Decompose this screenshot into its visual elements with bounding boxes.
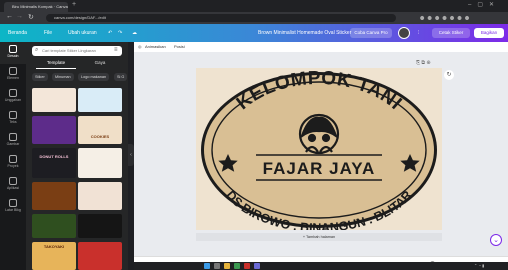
filter-chip[interactable]: Stiker [32,73,48,81]
rail-label: Teks [9,120,17,124]
browser-taskbar-icon[interactable] [234,263,240,269]
rail-label: Aplikasi [6,186,20,190]
template-thumbnail[interactable] [78,242,122,270]
rail-label: Desain [7,54,19,58]
address-bar[interactable]: canva.com/design/DAF.../edit [46,14,396,22]
template-thumbnail[interactable] [78,88,122,112]
editor-header: Beranda File Ubah ukuran ↶ ↷ ☁ Brown Min… [0,24,508,42]
sticker-artwork[interactable]: KELOMPOK TANI FAJAR JAYA DS BIROWO . BIN… [196,68,442,235]
template-thumbnail[interactable] [32,88,76,112]
start-menu-icon[interactable] [204,263,210,269]
filter-chip[interactable]: Minuman [52,73,74,81]
thumbnail-text: DONUT ROLLS [39,154,69,159]
rail-item-background[interactable]: Latar Blkg [0,196,26,218]
tab-styles[interactable]: Gaya [80,60,120,68]
template-thumbnail[interactable]: COOKIES [78,116,122,144]
rail-label: Gambar [6,142,20,146]
analytics-icon[interactable]: ⫶ [418,24,419,42]
templates-panel: Cari template Stiker Lingkaran ⌕ ≡ Templ… [26,42,128,270]
background-icon [9,199,17,207]
template-thumbnail[interactable]: TAKOYAKI [32,242,76,270]
avatar[interactable] [398,27,410,39]
shapes-icon [9,67,17,75]
scroll-down-button[interactable]: ⌄ [490,234,502,246]
search-icon: ⌕ [35,47,39,53]
template-thumbnail[interactable]: DONUT ROLLS [32,148,76,178]
position-button[interactable]: Posisi [174,42,185,52]
resize-button[interactable]: Ubah ukuran [68,24,97,42]
home-button[interactable]: Beranda [8,24,27,42]
template-thumbnail[interactable] [78,148,122,178]
address-bar-row: ← → ↻ canva.com/design/DAF.../edit ⬤⬤⬤⬤⬤… [0,12,508,24]
rail-item-text[interactable]: Teks [0,108,26,130]
active-tab-indicator [36,68,76,69]
template-thumbnail[interactable] [78,214,122,238]
upload-icon [9,89,17,97]
rail-item-apps[interactable]: Aplikasi [0,174,26,196]
undo-icon[interactable]: ↶ [108,24,112,42]
template-icon [9,45,17,53]
rail-item-projects[interactable]: Proyek [0,152,26,174]
editor-workspace: ◎ Animasikan Posisi ⎘ ⧉ ⊕ KELOMPOK TANI [134,42,508,270]
tab-template[interactable]: Template [36,60,76,68]
file-menu[interactable]: File [44,24,52,42]
taskbar-app-icon[interactable] [254,263,260,269]
apps-icon [9,177,17,185]
rail-item-draw[interactable]: Gambar [0,130,26,152]
draw-icon [9,133,17,141]
side-rail: Desain Elemen Unggahan Teks Gambar Proye… [0,42,26,270]
rail-label: Latar Blkg [5,208,21,212]
browser-tab-strip: Biru Minimalis Kompak · Canva + –▢✕ [0,0,508,12]
page-tools[interactable]: ⎘ ⧉ ⊕ [416,60,431,66]
browser-tab-active[interactable]: Biru Minimalis Kompak · Canva [4,2,68,12]
os-taskbar: ⌃ ◔ ▮ [134,262,508,270]
back-arrow-icon[interactable]: ← [6,13,13,20]
forward-arrow-icon[interactable]: → [16,13,23,20]
template-search-input[interactable]: Cari template Stiker Lingkaran [32,46,122,56]
try-pro-button[interactable]: Coba Canva Pro [350,28,392,38]
print-stickers-button[interactable]: Cetak Stiker [432,28,470,38]
rail-item-design[interactable]: Desain [0,42,26,64]
add-page-button[interactable]: + Tambah halaman [196,233,442,241]
extensions-icons[interactable]: ⬤⬤⬤⬤⬤⬤⬤ [420,15,472,20]
filter-chip[interactable]: Logo makanan [78,73,110,81]
window-controls[interactable]: –▢✕ [468,1,500,8]
filter-chip[interactable]: Si G [114,73,128,81]
sticker-subtitle: FAJAR JAYA [263,159,376,178]
refresh-page-icon[interactable]: ↻ [444,70,454,80]
template-thumbnail[interactable] [32,182,76,210]
animate-button[interactable]: Animasikan [145,42,166,52]
rail-item-uploads[interactable]: Unggahan [0,86,26,108]
thumbnail-text: TAKOYAKI [43,244,65,249]
share-button[interactable]: Bagikan [474,28,504,38]
new-tab-icon[interactable]: + [72,1,76,8]
rail-label: Unggahan [4,98,22,102]
template-thumbnail[interactable] [32,116,76,144]
template-thumbnail[interactable] [32,214,76,238]
context-toolbar: ◎ Animasikan Posisi [134,42,508,52]
file-explorer-icon[interactable] [224,263,230,269]
filter-icon[interactable]: ≡ [114,47,118,53]
animate-icon[interactable]: ◎ [138,42,142,52]
design-page[interactable]: KELOMPOK TANI FAJAR JAYA DS BIROWO . BIN… [196,68,442,235]
reload-icon[interactable]: ↻ [28,13,34,21]
cloud-save-icon[interactable]: ☁ [132,24,137,42]
text-icon [9,111,17,119]
thumbnail-text: COOKIES [90,133,110,139]
system-tray[interactable]: ⌃ ◔ ▮ [474,263,484,268]
taskbar-search-icon[interactable] [214,263,220,269]
rail-label: Proyek [7,164,19,168]
rail-label: Elemen [7,76,19,80]
rail-item-elements[interactable]: Elemen [0,64,26,86]
folder-icon [9,155,17,163]
redo-icon[interactable]: ↷ [118,24,122,42]
taskbar-app-icon[interactable] [244,263,250,269]
template-thumbnail[interactable] [78,182,122,210]
document-title[interactable]: Brown Minimalist Homemade Oval Sticker [258,24,351,42]
